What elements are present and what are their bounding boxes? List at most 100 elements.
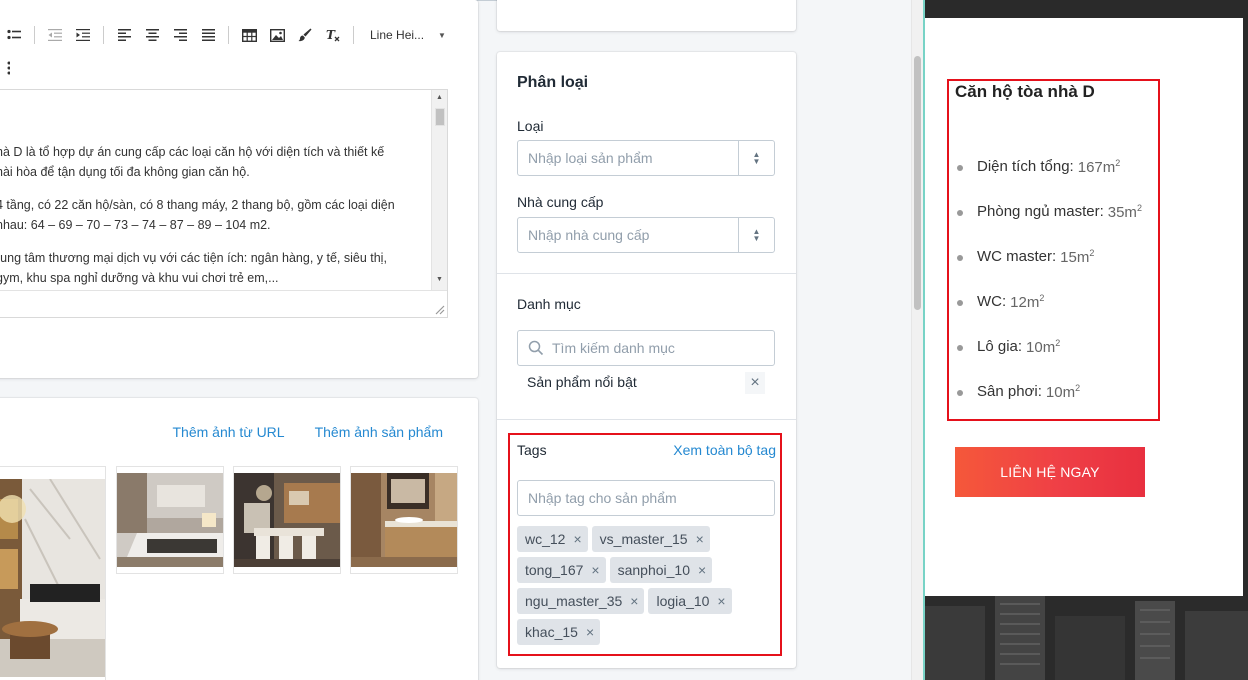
description-editor-card: T Line Hei... ▼ hà D là tổ hợp dự án cun… xyxy=(0,0,478,378)
product-preview: Căn hộ tòa nhà D Diện tích tổng: 167m2 Ph… xyxy=(923,0,1248,680)
toolbar-separator xyxy=(228,26,229,44)
align-right-icon[interactable] xyxy=(166,22,194,48)
editor-paragraph: hà D là tổ hợp dự án cung cấp các loại c… xyxy=(0,145,385,179)
list-bullet-icon[interactable] xyxy=(0,22,28,48)
editor-content-area[interactable]: hà D là tổ hợp dự án cung cấp các loại c… xyxy=(0,89,448,318)
toolbar-separator xyxy=(353,26,354,44)
category-search-placeholder: Tìm kiếm danh mục xyxy=(552,340,675,356)
tag-input[interactable]: Nhập tag cho sản phẩm xyxy=(517,480,775,516)
product-images-card: Thêm ảnh từ URL Thêm ảnh sản phẩm xyxy=(0,398,478,680)
contact-now-button[interactable]: LIÊN HỆ NGAY xyxy=(955,447,1145,497)
bullet-icon xyxy=(957,390,963,396)
vendor-label: Nhà cung cấp xyxy=(517,194,604,210)
scroll-down-icon[interactable]: ▼ xyxy=(436,276,443,283)
spec-item: Diện tích tổng: 167m2 xyxy=(955,158,1142,203)
tag-label: vs_master_15 xyxy=(599,531,688,547)
editor-text: hà D là tổ hợp dự án cung cấp các loại c… xyxy=(0,142,420,301)
more-options-icon[interactable] xyxy=(0,60,12,80)
city-background-image xyxy=(925,596,1248,680)
bedroom-image xyxy=(117,473,223,567)
spec-item: Phòng ngủ master: 35m2 xyxy=(955,203,1142,248)
close-icon[interactable]: × xyxy=(717,593,725,609)
close-icon: × xyxy=(750,374,760,391)
image-icon[interactable] xyxy=(263,22,291,48)
product-type-select[interactable]: Nhập loại sản phẩm ▲ ▼ xyxy=(517,140,775,176)
tag-chip: tong_167 × xyxy=(517,557,606,583)
tag-label: khac_15 xyxy=(525,624,578,640)
table-icon[interactable] xyxy=(235,22,263,48)
outdent-icon[interactable] xyxy=(41,22,69,48)
main-product-image[interactable] xyxy=(0,466,106,680)
editor-scrollbar[interactable]: ▲ ▼ xyxy=(431,90,447,290)
editor-scroll-thumb[interactable] xyxy=(435,108,445,126)
product-thumbnail[interactable] xyxy=(116,466,224,574)
close-icon[interactable]: × xyxy=(630,593,638,609)
view-all-tags-link[interactable]: Xem toàn bộ tag xyxy=(673,442,776,458)
page-scrollbar[interactable] xyxy=(911,0,923,680)
tag-chip: sanphoi_10 × xyxy=(609,557,713,583)
tag-label: ngu_master_35 xyxy=(525,593,623,609)
editor-toolbar: T Line Hei... ▼ xyxy=(0,18,452,52)
tag-label: tong_167 xyxy=(525,562,584,578)
toolbar-separator xyxy=(34,26,35,44)
page-scroll-thumb[interactable] xyxy=(914,56,921,310)
spec-item: WC master: 15m2 xyxy=(955,248,1142,293)
align-center-icon[interactable] xyxy=(138,22,166,48)
select-arrows-icon: ▲ ▼ xyxy=(738,141,774,175)
bullet-icon xyxy=(957,165,963,171)
tag-label: logia_10 xyxy=(656,593,710,609)
bathroom-image xyxy=(351,473,457,567)
svg-text:T: T xyxy=(326,28,336,42)
category-label: Danh mục xyxy=(517,296,581,312)
dining-room-image xyxy=(234,473,340,567)
chevron-down-icon: ▼ xyxy=(438,30,446,40)
image-actions: Thêm ảnh từ URL Thêm ảnh sản phẩm xyxy=(173,424,444,440)
search-icon xyxy=(528,340,544,356)
bullet-icon xyxy=(957,210,963,216)
preview-title: Căn hộ tòa nhà D xyxy=(955,82,1095,101)
add-image-from-url-link[interactable]: Thêm ảnh từ URL xyxy=(173,424,285,440)
clear-format-icon[interactable]: T xyxy=(319,22,347,48)
product-type-placeholder: Nhập loại sản phẩm xyxy=(528,150,653,166)
vendor-select[interactable]: Nhập nhà cung cấp ▲ ▼ xyxy=(517,217,775,253)
editor-paragraph: 4 tầng, có 22 căn hộ/sàn, có 8 thang máy… xyxy=(0,198,395,232)
align-justify-icon[interactable] xyxy=(194,22,222,48)
close-icon[interactable]: × xyxy=(586,624,594,640)
close-icon[interactable]: × xyxy=(591,562,599,578)
toolbar-separator xyxy=(103,26,104,44)
top-sidebar-card xyxy=(497,0,796,31)
remove-category-button[interactable]: × xyxy=(745,372,765,394)
editor-paragraph: rung tâm thương mại dịch vụ với các tiện… xyxy=(0,251,387,285)
preview-card: Căn hộ tòa nhà D Diện tích tổng: 167m2 Ph… xyxy=(925,18,1243,596)
align-left-icon[interactable] xyxy=(110,22,138,48)
tag-list: wc_12 × vs_master_15 × tong_167 × sanphoi_1… xyxy=(517,526,777,645)
bullet-icon xyxy=(957,255,963,261)
tags-label: Tags xyxy=(517,442,547,458)
scroll-up-icon[interactable]: ▲ xyxy=(436,94,443,101)
brush-icon[interactable] xyxy=(291,22,319,48)
close-icon[interactable]: × xyxy=(696,531,704,547)
close-icon[interactable]: × xyxy=(698,562,706,578)
resize-grip-icon[interactable] xyxy=(435,305,445,315)
close-icon[interactable]: × xyxy=(573,531,581,547)
spec-item: WC: 12m2 xyxy=(955,293,1142,338)
tag-chip: khac_15 × xyxy=(517,619,601,645)
spec-item: Sân phơi: 10m2 xyxy=(955,383,1142,428)
classification-card: Phân loại Loại Nhập loại sản phẩm ▲ ▼ Nhà… xyxy=(497,52,796,668)
product-thumbnail[interactable] xyxy=(350,466,458,574)
editor-status-bar xyxy=(0,290,447,317)
line-height-label: Line Hei... xyxy=(370,28,425,42)
tag-input-placeholder: Nhập tag cho sản phẩm xyxy=(528,490,677,506)
spec-list: Diện tích tổng: 167m2 Phòng ngủ master: 35… xyxy=(955,158,1142,428)
tag-chip: logia_10 × xyxy=(648,588,732,614)
product-thumbnail[interactable] xyxy=(233,466,341,574)
selected-category: Sản phẩm nổi bật xyxy=(527,374,637,390)
tag-chip: vs_master_15 × xyxy=(591,526,710,552)
line-height-select[interactable]: Line Hei... ▼ xyxy=(360,22,452,48)
tag-chip: wc_12 × xyxy=(517,526,588,552)
indent-icon[interactable] xyxy=(69,22,97,48)
add-product-image-link[interactable]: Thêm ảnh sản phẩm xyxy=(315,424,443,440)
category-search-input[interactable]: Tìm kiếm danh mục xyxy=(517,330,775,366)
spec-item: Lô gia: 10m2 xyxy=(955,338,1142,383)
tag-label: wc_12 xyxy=(525,531,566,547)
